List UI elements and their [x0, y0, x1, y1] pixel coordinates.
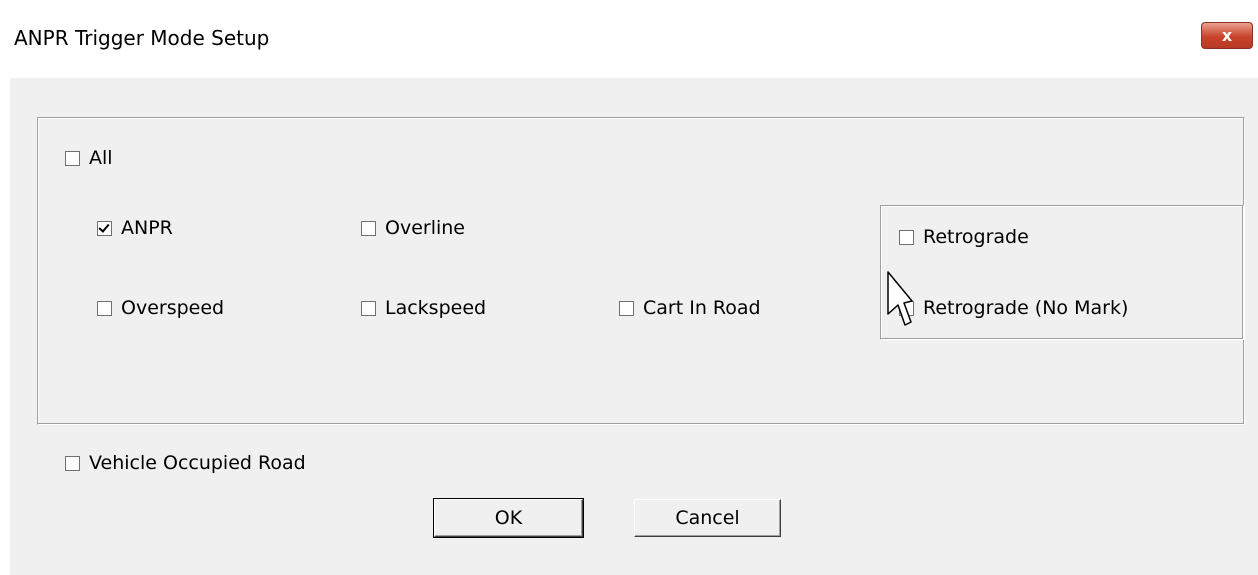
window-title: ANPR Trigger Mode Setup: [14, 26, 270, 50]
cancel-button[interactable]: Cancel: [634, 499, 781, 537]
lackspeed-checkbox-box[interactable]: [361, 300, 376, 316]
close-button[interactable]: x: [1201, 22, 1253, 49]
all-checkbox[interactable]: All: [65, 147, 113, 169]
cart-in-road-checkbox[interactable]: Cart In Road: [619, 297, 761, 319]
overline-checkbox[interactable]: Overline: [361, 217, 465, 239]
overspeed-checkbox-box[interactable]: [97, 300, 112, 316]
anpr-checkbox-box[interactable]: [97, 220, 112, 236]
cancel-button-label: Cancel: [675, 507, 740, 529]
lackspeed-checkbox-label: Lackspeed: [385, 297, 487, 319]
cart-in-road-checkbox-box[interactable]: [619, 300, 634, 316]
overspeed-checkbox-label: Overspeed: [121, 297, 225, 319]
ok-button-label: OK: [494, 507, 523, 529]
overline-checkbox-box[interactable]: [361, 220, 376, 236]
dialog-client-area: All ANPR Overline Overspeed Lackspeed Ca…: [10, 78, 1258, 575]
mouse-pointer-icon: [887, 271, 913, 326]
close-icon: x: [1221, 25, 1233, 45]
retrograde-checkbox-label: Retrograde: [923, 226, 1029, 248]
retrograde-no-mark-checkbox-label: Retrograde (No Mark): [923, 297, 1129, 319]
all-checkbox-label: All: [89, 147, 113, 169]
vehicle-occupied-road-checkbox-box[interactable]: [65, 455, 80, 471]
overline-checkbox-label: Overline: [385, 217, 465, 239]
anpr-checkbox-label: ANPR: [121, 217, 173, 239]
anpr-checkbox[interactable]: ANPR: [97, 217, 173, 239]
cart-in-road-checkbox-label: Cart In Road: [643, 297, 761, 319]
retrograde-checkbox[interactable]: Retrograde: [899, 226, 1029, 248]
vehicle-occupied-road-checkbox[interactable]: Vehicle Occupied Road: [65, 452, 306, 474]
retrograde-no-mark-checkbox[interactable]: Retrograde (No Mark): [899, 297, 1128, 319]
anpr-trigger-dialog: ANPR Trigger Mode Setup x All ANPR Overl…: [0, 0, 1258, 575]
all-checkbox-box[interactable]: [65, 150, 80, 166]
ok-button[interactable]: OK: [433, 498, 584, 538]
title-bar: ANPR Trigger Mode Setup x: [0, 0, 1258, 78]
retrograde-checkbox-box[interactable]: [899, 229, 914, 245]
overspeed-checkbox[interactable]: Overspeed: [97, 297, 224, 319]
lackspeed-checkbox[interactable]: Lackspeed: [361, 297, 486, 319]
vehicle-occupied-road-checkbox-label: Vehicle Occupied Road: [89, 452, 306, 474]
